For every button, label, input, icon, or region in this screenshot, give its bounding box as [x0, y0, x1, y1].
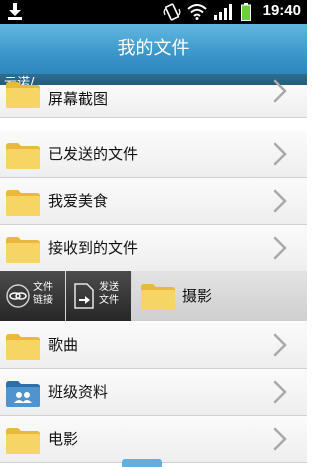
send-file-label-1: 发送	[99, 282, 119, 293]
status-icons	[163, 3, 251, 21]
file-link-label-2: 链接	[33, 295, 53, 306]
list-item-label: 接收到的文件	[48, 239, 139, 257]
folder-icon	[6, 143, 40, 169]
file-link-label-1: 文件	[33, 282, 53, 293]
shared-folder-icon	[6, 381, 40, 407]
file-link-button[interactable]: 文件 链接	[0, 271, 65, 321]
download-icon	[8, 3, 22, 20]
folder-icon	[141, 284, 175, 310]
battery-icon	[241, 3, 251, 21]
list-item-label: 已发送的文件	[48, 145, 139, 163]
folder-icon	[6, 334, 40, 360]
item-action-row: 文件 链接 发送 文件 摄影	[0, 271, 307, 321]
list-item-label: 歌曲	[48, 336, 79, 354]
send-file-icon	[74, 283, 94, 309]
folder-icon	[6, 82, 40, 108]
list-item[interactable]: 歌曲	[0, 322, 307, 369]
list-item[interactable]: 屏幕截图	[0, 79, 307, 118]
list-item[interactable]: 我爱美食	[0, 178, 307, 225]
list-item[interactable]: 电影	[0, 416, 307, 463]
link-icon	[6, 284, 30, 308]
signal-icon	[214, 4, 232, 20]
chevron-right-icon	[273, 189, 287, 213]
list-item[interactable]: 已发送的文件	[0, 131, 307, 178]
chevron-right-icon	[273, 236, 287, 260]
clock: 19:40	[262, 2, 301, 19]
send-file-label-2: 文件	[99, 295, 119, 306]
list-item-label: 电影	[48, 430, 79, 448]
list-item-label: 我爱美食	[48, 192, 109, 210]
scroll-indicator	[122, 459, 162, 467]
list-item[interactable]: 班级资料	[0, 369, 307, 416]
folder-icon	[6, 428, 40, 454]
folder-icon	[6, 237, 40, 263]
send-file-button[interactable]: 发送 文件	[66, 271, 131, 321]
folder-icon	[6, 190, 40, 216]
status-bar: 19:40	[0, 0, 307, 24]
vibrate-icon	[163, 3, 181, 21]
list-item-label: 班级资料	[48, 383, 109, 401]
wifi-icon	[187, 4, 207, 20]
chevron-right-icon	[273, 427, 287, 451]
list-item-label: 屏幕截图	[48, 90, 109, 108]
list-item-selected[interactable]: 摄影	[132, 271, 307, 321]
chevron-right-icon	[273, 380, 287, 404]
list-item[interactable]: 接收到的文件	[0, 225, 307, 272]
page-title: 我的文件	[0, 24, 307, 74]
chevron-right-icon	[273, 79, 287, 103]
list-item-label: 摄影	[182, 287, 213, 305]
chevron-right-icon	[273, 142, 287, 166]
chevron-right-icon	[273, 333, 287, 357]
